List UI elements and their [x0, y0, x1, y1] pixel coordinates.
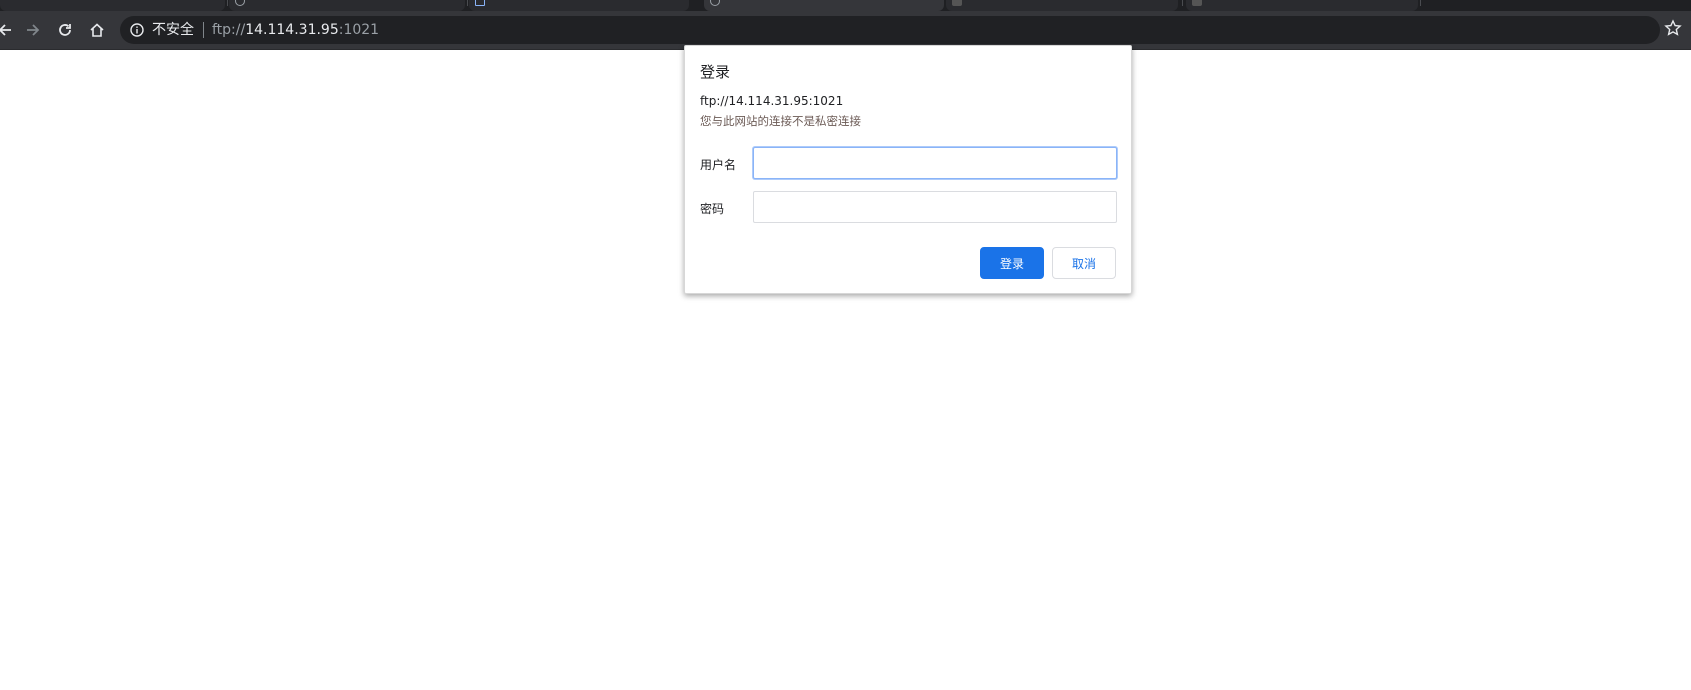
globe-icon	[710, 0, 720, 6]
username-label: 用户名	[700, 158, 737, 172]
tab-separator	[1182, 0, 1183, 6]
address-bar[interactable]: 不安全 ftp://14.114.31.95:1021	[120, 16, 1660, 44]
password-label: 密码	[700, 202, 725, 216]
cancel-button[interactable]: 取消	[1052, 247, 1116, 279]
tab-separator	[467, 0, 468, 6]
back-button[interactable]	[0, 19, 16, 41]
globe-icon	[235, 0, 245, 6]
tab-separator	[1420, 0, 1421, 6]
tab-strip	[0, 0, 1691, 11]
url-text[interactable]: ftp://14.114.31.95:1021	[212, 21, 379, 39]
home-icon	[90, 23, 104, 37]
password-input[interactable]	[753, 191, 1117, 223]
browser-tab[interactable]	[0, 0, 225, 11]
url-host: 14.114.31.95	[245, 22, 339, 38]
browser-tab[interactable]	[1186, 0, 1418, 11]
bookmark-star-icon[interactable]	[1664, 19, 1682, 37]
forward-button[interactable]	[22, 19, 44, 41]
dialog-origin: ftp://14.114.31.95:1021	[700, 94, 844, 108]
document-icon	[475, 0, 485, 6]
browser-tab[interactable]	[946, 0, 1178, 11]
browser-tab[interactable]	[469, 0, 689, 11]
browser-tab[interactable]	[229, 0, 465, 11]
username-input[interactable]	[753, 147, 1117, 179]
url-scheme: ftp://	[212, 22, 246, 38]
url-port: :1021	[338, 22, 380, 38]
connection-warning: 您与此网站的连接不是私密连接	[700, 114, 861, 128]
home-button[interactable]	[86, 19, 108, 41]
dialog-title: 登录	[700, 63, 731, 81]
security-status-label[interactable]: 不安全	[152, 21, 194, 39]
page-icon	[952, 0, 962, 6]
sign-in-button[interactable]: 登录	[980, 247, 1044, 279]
omnibox-divider	[203, 22, 204, 38]
info-icon[interactable]	[130, 23, 144, 37]
tab-separator	[227, 0, 228, 6]
reload-icon	[59, 24, 71, 36]
forward-arrow-icon	[27, 24, 40, 36]
reload-button[interactable]	[54, 19, 76, 41]
login-dialog: 登录 ftp://14.114.31.95:1021 您与此网站的连接不是私密连…	[684, 45, 1132, 294]
page-icon	[1192, 0, 1202, 6]
back-arrow-icon	[0, 24, 11, 36]
browser-tab-active[interactable]	[704, 0, 944, 11]
